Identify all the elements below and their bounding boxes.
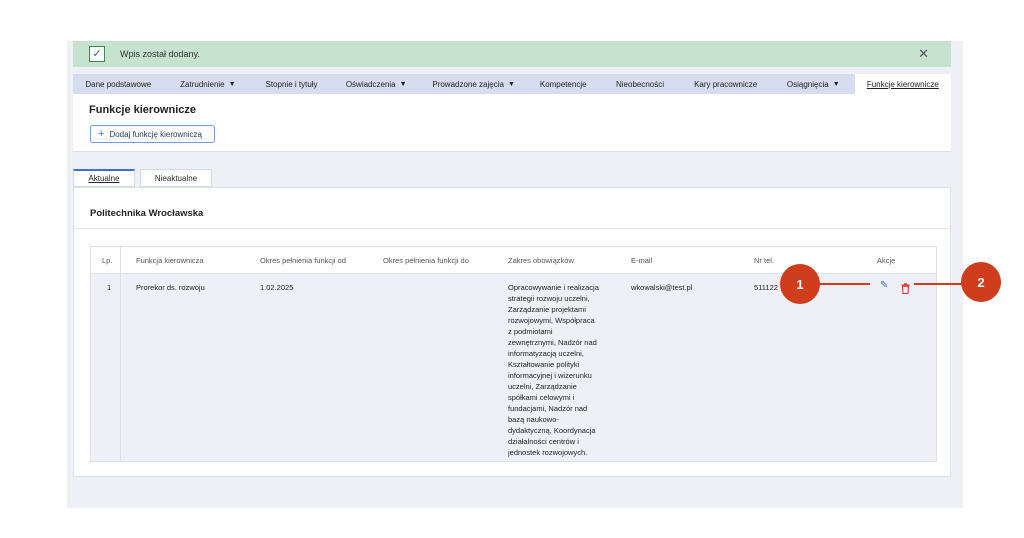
duties-line: jednostek rozwojowych. [508, 448, 588, 457]
add-managerial-function-button[interactable]: + Dodaj funkcję kierowniczą [90, 125, 215, 143]
header-email: E-mail [631, 256, 653, 265]
tab-label: Kompetencje [539, 79, 587, 89]
header-lp: Lp. [102, 256, 113, 265]
tab-label: Nieobecności [615, 79, 665, 89]
tab-osiagniecia[interactable]: Osiągnięcia ▼ [772, 74, 855, 94]
subtab-label: Nieaktualne [154, 173, 198, 183]
tab-zatrudnienie[interactable]: Zatrudnienie ▼ [164, 74, 253, 94]
duties-line: strategii rozwoju uczelni, [508, 294, 590, 303]
duties-line: działalności centrów i [508, 437, 579, 446]
header-function: Funkcja kierownicza [136, 256, 204, 265]
chevron-down-icon: ▼ [228, 80, 236, 88]
chevron-down-icon: ▼ [832, 80, 840, 88]
tab-kompetencje[interactable]: Kompetencje [526, 74, 601, 94]
cell-from: 1.02.2025 [260, 283, 294, 292]
duties-line: Zarządzanie projektami [508, 305, 586, 314]
tab-funkcje-kierownicze[interactable]: Funkcje kierownicze [854, 74, 952, 94]
pencil-icon[interactable]: ✎ [880, 281, 888, 291]
header-duties: Zakres obowiązków [508, 256, 574, 265]
annotation-marker-1: 1 [780, 264, 820, 304]
plus-icon: + [98, 127, 105, 140]
tab-oswiadczenia[interactable]: Oświadczenia ▼ [331, 74, 422, 94]
tab-aktualne[interactable]: Aktualne [73, 169, 135, 187]
duties-line: informatyzacją uczelni, [508, 349, 584, 358]
tab-label: Oświadczenia [345, 79, 396, 89]
check-icon: ✓ [89, 46, 105, 62]
marker-line-2 [914, 283, 964, 285]
cell-lp: 1 [107, 283, 112, 292]
trash-icon[interactable] [901, 281, 910, 299]
cell-function: Prorekor ds. rozwoju [136, 283, 205, 292]
status-tabs: Aktualne Nieaktualne [73, 169, 217, 187]
chevron-down-icon: ▼ [507, 80, 515, 88]
header-actions: Akcje [877, 256, 896, 265]
main-tabs: Dane podstawowe Zatrudnienie ▼ Stopnie i … [73, 74, 952, 94]
duties-line: zewnętrznymi, Nadzór nad [508, 338, 597, 347]
duties-line: dydaktyczną, Koordynacja [508, 426, 596, 435]
cell-email: wkowalski@test.pl [631, 283, 693, 292]
add-button-label: Dodaj funkcję kierowniczą [109, 129, 202, 139]
tab-prowadzone-zajecia[interactable]: Prowadzone zajęcia ▼ [421, 74, 525, 94]
duties-line: informacyjnej i wizerunku [508, 371, 592, 380]
header-from: Okres pełnienia funkcji od [260, 256, 346, 265]
tab-label: Kary pracownicze [694, 79, 758, 89]
tab-label: Zatrudnienie [180, 79, 225, 89]
duties-line: uczelni, Zarządzanie [508, 382, 577, 391]
cell-phone: 511122 [754, 283, 778, 292]
header-phone: Nr tel. [754, 256, 775, 265]
divider [74, 228, 950, 229]
duties-line: bazą naukowo- [508, 415, 559, 424]
content-panel: Politechnika Wrocławska Lp. Funkcja kier… [73, 187, 951, 477]
page-title: Funkcje kierownicze [89, 104, 196, 116]
chevron-down-icon: ▼ [399, 80, 407, 88]
tab-label: Stopnie i tytuły [265, 79, 318, 89]
tab-label: Prowadzone zajęcia [432, 79, 504, 89]
column-divider [120, 247, 121, 461]
tab-stopnie-i-tytuly[interactable]: Stopnie i tytuły [252, 74, 331, 94]
duties-line: spółkami celowymi i [508, 393, 575, 402]
duties-line: fundacjami, Nadzór nad [508, 404, 588, 413]
tab-nieaktualne[interactable]: Nieaktualne [140, 169, 212, 187]
tab-dane-podstawowe[interactable]: Dane podstawowe [73, 74, 164, 94]
tab-label: Dane podstawowe [85, 79, 152, 89]
cell-duties: Opracowywanie i realizacja strategii roz… [508, 282, 623, 458]
duties-line: z podmiotami [508, 327, 553, 336]
tab-kary-pracownicze[interactable]: Kary pracownicze [679, 74, 772, 94]
alert-message: Wpis został dodany. [120, 49, 200, 59]
close-icon[interactable]: ✕ [918, 47, 929, 60]
marker-line-1 [818, 283, 870, 285]
app-window: ✓ Wpis został dodany. ✕ Dane podstawowe … [67, 41, 963, 508]
duties-line: Opracowywanie i realizacja [508, 283, 599, 292]
duties-line: Kształtowanie polityki [508, 360, 580, 369]
subtab-label: Aktualne [88, 174, 120, 183]
tab-label: Osiągnięcia [786, 79, 829, 89]
success-alert: ✓ Wpis został dodany. ✕ [73, 41, 951, 67]
tab-label: Funkcje kierownicze [866, 79, 939, 89]
tab-nieobecnosci[interactable]: Nieobecności [601, 74, 680, 94]
section-header: Funkcje kierownicze + Dodaj funkcję kier… [73, 94, 951, 152]
institution-title: Politechnika Wrocławska [90, 208, 204, 219]
annotation-marker-2: 2 [961, 262, 1001, 302]
duties-line: rozwojowymi, Współpraca [508, 316, 595, 325]
header-to: Okres pełnienia funkcji do [383, 256, 469, 265]
